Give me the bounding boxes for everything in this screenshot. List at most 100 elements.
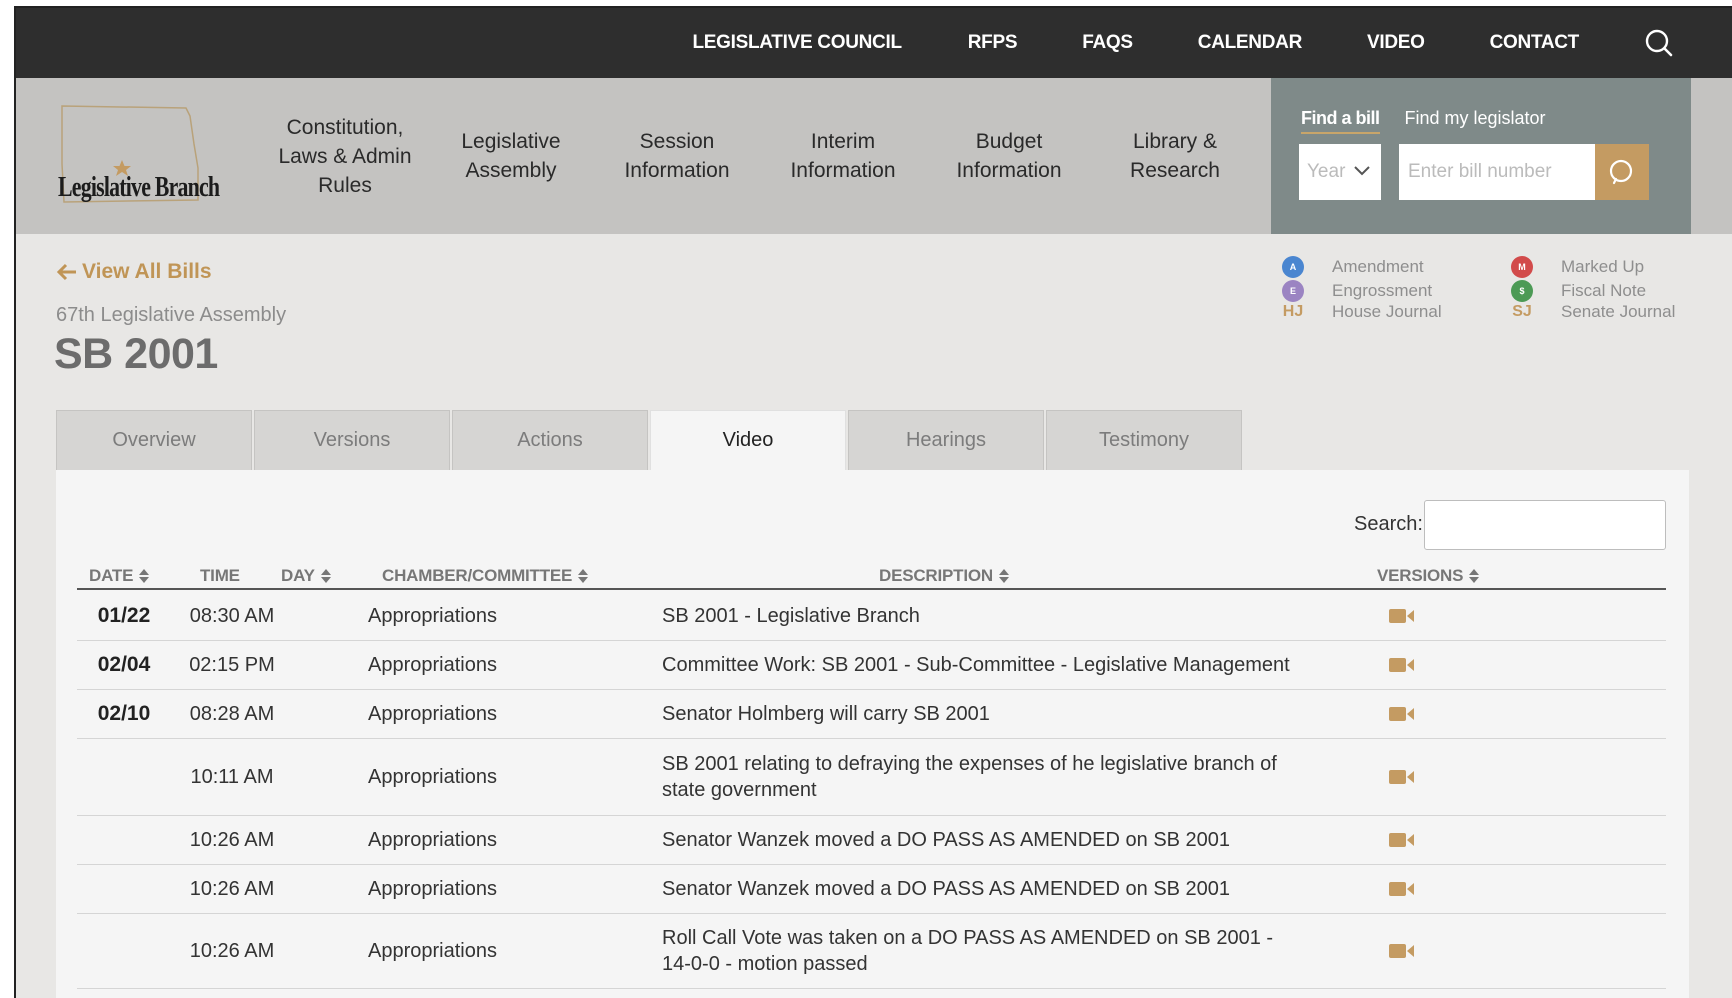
cell-description: Senator Holmberg will carry SB 2001 bbox=[662, 703, 990, 725]
tab-overview[interactable]: Overview bbox=[56, 410, 252, 470]
top-nav-video[interactable]: VIDEO bbox=[1367, 32, 1425, 54]
cell-time: 10:26 AM bbox=[189, 939, 275, 962]
table-search-input[interactable] bbox=[1424, 500, 1666, 550]
legend-senate-journal: SJ Senate Journal bbox=[1511, 302, 1675, 322]
year-select[interactable]: Year bbox=[1299, 144, 1381, 200]
video-camera-icon[interactable] bbox=[1389, 592, 1415, 640]
cell-description: Senator Wanzek moved a DO PASS AS AMENDE… bbox=[662, 829, 1231, 851]
video-panel: Search: DATE TIME DAY CHAMBER/COMMITTEE … bbox=[56, 470, 1689, 998]
sort-icon bbox=[139, 569, 150, 583]
bill-number-input[interactable] bbox=[1399, 144, 1595, 200]
sort-icon bbox=[578, 569, 589, 583]
browser-viewport: LEGISLATIVE COUNCIL RFPS FAQS CALENDAR V… bbox=[14, 6, 1732, 998]
assembly-subtitle: 67th Legislative Assembly bbox=[56, 304, 287, 326]
cell-time: 10:26 AM bbox=[189, 877, 275, 900]
house-journal-icon: HJ bbox=[1282, 303, 1304, 320]
logo-text: Legislative Branch bbox=[58, 172, 220, 203]
arrow-left-icon bbox=[56, 263, 76, 281]
nav-budget-information[interactable]: Budget Information bbox=[926, 127, 1092, 185]
cell-description: SB 2001 - Legislative Branch bbox=[662, 605, 920, 627]
top-nav-rfps[interactable]: RFPS bbox=[968, 32, 1018, 54]
cell-date bbox=[87, 816, 161, 864]
cell-date bbox=[87, 739, 161, 815]
nav-session-information[interactable]: Session Information bbox=[594, 127, 760, 185]
search-icon[interactable] bbox=[1644, 28, 1674, 58]
bill-search-button[interactable] bbox=[1595, 144, 1649, 200]
tab-testimony[interactable]: Testimony bbox=[1046, 410, 1242, 470]
table-header: DATE TIME DAY CHAMBER/COMMITTEE DESCRIPT… bbox=[77, 566, 1666, 590]
top-nav-faqs[interactable]: FAQS bbox=[1082, 32, 1133, 54]
video-camera-icon[interactable] bbox=[1389, 816, 1415, 864]
main-nav: Constitution, Laws & Admin Rules Legislati… bbox=[262, 78, 1258, 234]
marked-up-icon: M bbox=[1511, 256, 1533, 278]
nav-library-research[interactable]: Library & Research bbox=[1092, 127, 1258, 185]
cell-description: SB 2001 relating to defraying the expens… bbox=[662, 753, 1277, 801]
cell-time: 10:11 AM bbox=[190, 765, 274, 788]
cell-date: 02/10 bbox=[97, 702, 151, 725]
column-time: TIME bbox=[200, 566, 240, 585]
tab-hearings[interactable]: Hearings bbox=[848, 410, 1044, 470]
search-icon bbox=[1609, 159, 1633, 185]
nav-interim-information[interactable]: Interim Information bbox=[760, 127, 926, 185]
table-row: 10:26 AM Appropriations Roll Call Vote w… bbox=[77, 914, 1666, 989]
cell-date bbox=[87, 914, 161, 988]
cell-committee: Appropriations bbox=[368, 604, 497, 627]
top-nav-calendar[interactable]: CALENDAR bbox=[1198, 32, 1303, 54]
nav-legislative-assembly[interactable]: Legislative Assembly bbox=[428, 127, 594, 185]
find-tabs: Find a bill Find my legislator bbox=[1301, 108, 1546, 134]
legend-label: Senate Journal bbox=[1561, 302, 1676, 321]
legend-label: Amendment bbox=[1332, 257, 1424, 276]
bill-tabs: Overview Versions Actions Video Hearings… bbox=[56, 410, 1244, 470]
column-date[interactable]: DATE bbox=[89, 566, 150, 586]
cell-committee: Appropriations bbox=[368, 653, 497, 676]
video-camera-icon[interactable] bbox=[1389, 690, 1415, 738]
tab-video[interactable]: Video bbox=[650, 410, 846, 470]
cell-time: 08:30 AM bbox=[189, 604, 275, 627]
amendment-icon: A bbox=[1282, 256, 1304, 278]
engrossment-icon: E bbox=[1282, 280, 1304, 302]
table-row: 02/10 08:28 AM Appropriations Senator Ho… bbox=[77, 690, 1666, 739]
sort-icon bbox=[1469, 569, 1480, 583]
cell-description: Roll Call Vote was taken on a DO PASS AS… bbox=[662, 927, 1274, 975]
tab-versions[interactable]: Versions bbox=[254, 410, 450, 470]
cell-time: 08:28 AM bbox=[189, 702, 275, 725]
top-nav-legislative-council[interactable]: LEGISLATIVE COUNCIL bbox=[692, 32, 902, 54]
video-camera-icon[interactable] bbox=[1389, 914, 1415, 988]
legend-engrossment: E Engrossment bbox=[1282, 280, 1432, 302]
year-select-label: Year bbox=[1307, 161, 1346, 182]
table-search-label: Search: bbox=[1354, 513, 1423, 535]
legend-label: House Journal bbox=[1332, 302, 1442, 321]
video-camera-icon[interactable] bbox=[1389, 865, 1415, 913]
column-description[interactable]: DESCRIPTION bbox=[879, 566, 1009, 586]
cell-committee: Appropriations bbox=[368, 765, 497, 788]
fiscal-note-icon: $ bbox=[1511, 280, 1533, 302]
table-row: 10:26 AM Appropriations Senator Wanzek m… bbox=[77, 865, 1666, 914]
column-versions[interactable]: VERSIONS bbox=[1377, 566, 1480, 586]
view-all-bills-link[interactable]: View All Bills bbox=[56, 260, 212, 284]
nav-constitution-laws-rules[interactable]: Constitution, Laws & Admin Rules bbox=[262, 113, 428, 200]
top-nav-contact[interactable]: CONTACT bbox=[1490, 32, 1580, 54]
page-title: SB 2001 bbox=[54, 330, 218, 378]
legend-marked-up: M Marked Up bbox=[1511, 256, 1644, 278]
video-camera-icon[interactable] bbox=[1389, 641, 1415, 689]
chevron-down-icon bbox=[1354, 166, 1370, 176]
view-all-bills-label: View All Bills bbox=[82, 260, 212, 283]
cell-date bbox=[87, 865, 161, 913]
site-logo[interactable]: Legislative Branch bbox=[58, 104, 220, 208]
site-header: Legislative Branch Constitution, Laws & A… bbox=[16, 78, 1732, 234]
table-row: 10:11 AM Appropriations SB 2001 relating… bbox=[77, 739, 1666, 816]
top-nav: LEGISLATIVE COUNCIL RFPS FAQS CALENDAR V… bbox=[692, 8, 1732, 78]
sort-icon bbox=[320, 569, 331, 583]
column-chamber-committee[interactable]: CHAMBER/COMMITTEE bbox=[382, 566, 589, 586]
senate-journal-icon: SJ bbox=[1512, 303, 1532, 320]
top-bar: LEGISLATIVE COUNCIL RFPS FAQS CALENDAR V… bbox=[16, 8, 1732, 78]
tab-find-a-bill[interactable]: Find a bill bbox=[1301, 108, 1380, 134]
cell-description: Senator Wanzek moved a DO PASS AS AMENDE… bbox=[662, 878, 1231, 900]
column-day[interactable]: DAY bbox=[281, 566, 331, 586]
legend-fiscal-note: $ Fiscal Note bbox=[1511, 280, 1646, 302]
cell-committee: Appropriations bbox=[368, 877, 497, 900]
video-camera-icon[interactable] bbox=[1389, 739, 1415, 815]
tab-actions[interactable]: Actions bbox=[452, 410, 648, 470]
table-row: 02/04 02:15 PM Appropriations Committee … bbox=[77, 641, 1666, 690]
tab-find-my-legislator[interactable]: Find my legislator bbox=[1405, 108, 1546, 134]
